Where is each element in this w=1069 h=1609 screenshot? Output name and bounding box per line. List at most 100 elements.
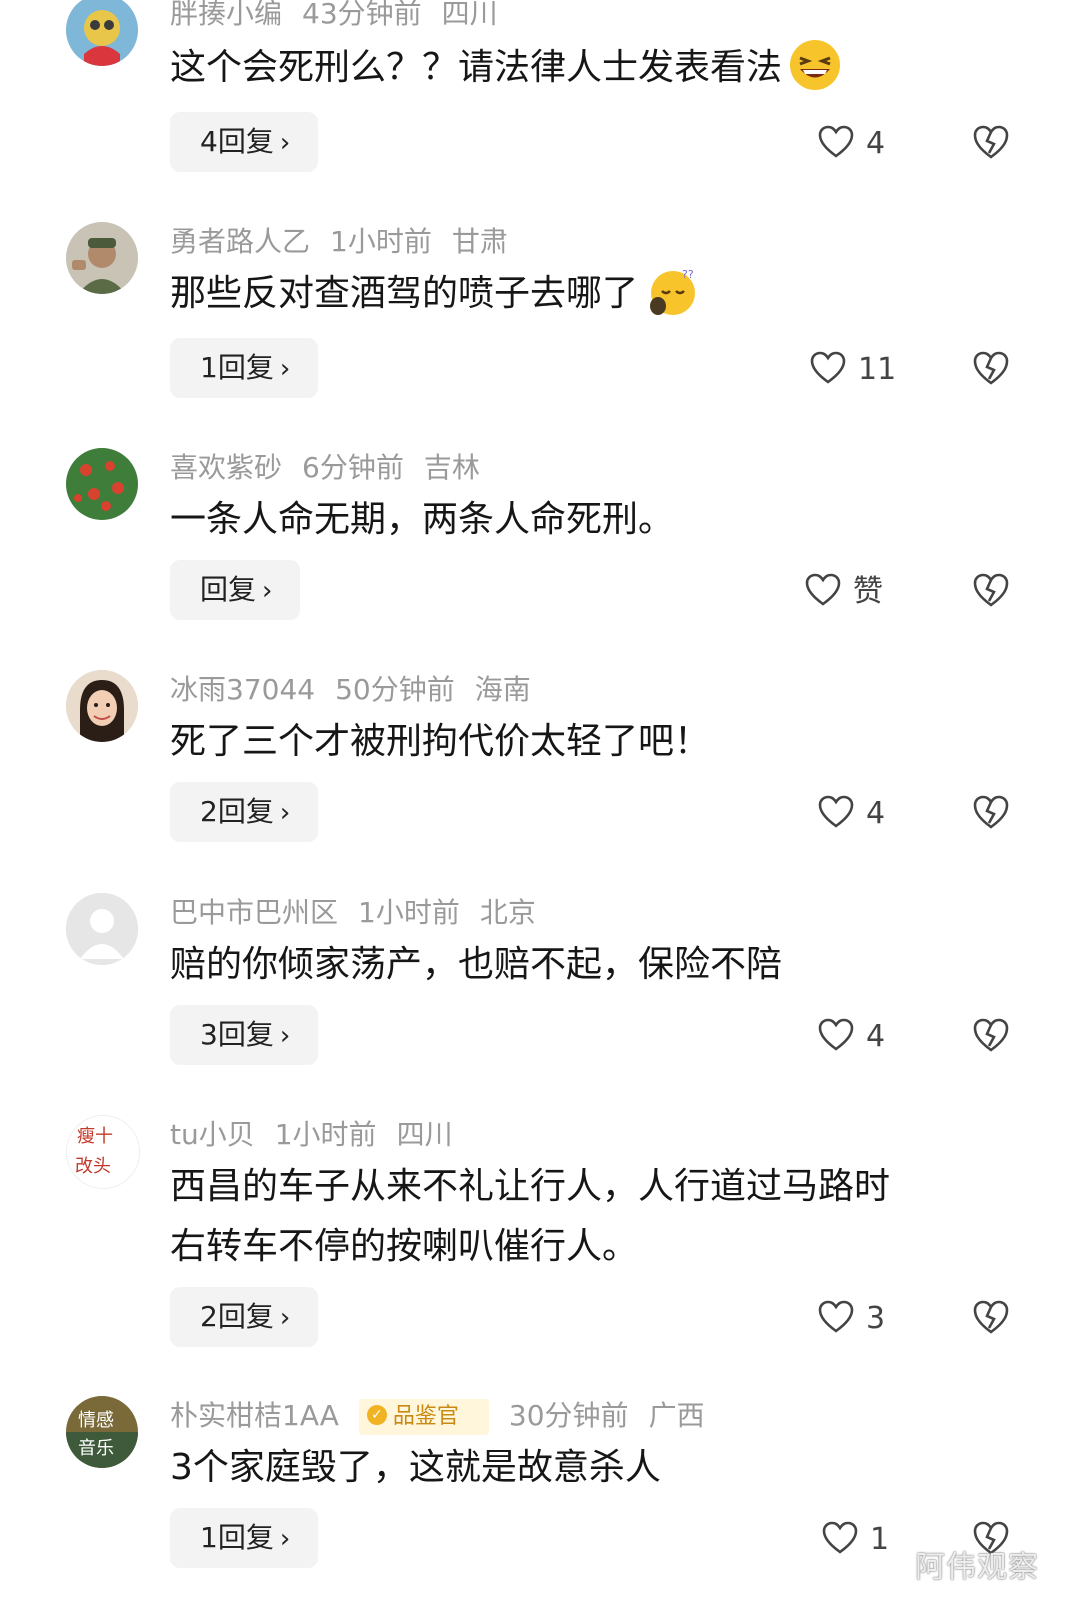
comment-meta: 冰雨37044 50分钟前 海南 <box>170 670 551 710</box>
username[interactable]: 冰雨37044 <box>170 673 315 706</box>
comment-text: 一条人命无期，两条人命死刑。 <box>170 490 1000 550</box>
like-count: 3 <box>866 1300 886 1336</box>
heart-icon <box>818 125 854 158</box>
comment-time: 50分钟前 <box>335 673 455 706</box>
avatar[interactable] <box>66 893 138 965</box>
comment-meta: tu小贝 1小时前 四川 <box>170 1115 473 1155</box>
avatar[interactable] <box>66 670 138 742</box>
like-count: 赞 <box>853 573 883 609</box>
comment-meta: 朴实柑桔1AA ✓ 品鉴官 30分钟前 广西 <box>170 1396 725 1436</box>
comment-text-content: 赔的你倾家荡产，也赔不起，保险不陪 <box>170 944 783 985</box>
check-icon: ✓ <box>366 1405 387 1425</box>
username[interactable]: 巴中市巴州区 <box>170 896 338 929</box>
comment-text-content: 3个家庭毁了，这就是故意杀人 <box>170 1447 661 1488</box>
broken-heart-icon[interactable] <box>972 350 1010 386</box>
comment-text: 那些反对查酒驾的喷子去哪了?? <box>170 264 1000 324</box>
comment-meta: 喜欢紫砂 6分钟前 吉林 <box>170 448 500 488</box>
comment-meta: 胖揍小编 43分钟前 四川 <box>170 0 518 34</box>
comment-location: 甘肃 <box>451 225 508 258</box>
username[interactable]: 喜欢紫砂 <box>170 451 282 484</box>
reply-label: 1回复 <box>200 1521 274 1554</box>
like-count: 1 <box>870 1521 890 1557</box>
like-button[interactable]: 4 <box>818 1011 885 1061</box>
reply-label: 3回复 <box>200 1018 274 1051</box>
chevron-right-icon: › <box>279 1303 291 1333</box>
like-button[interactable]: 1 <box>822 1514 889 1564</box>
comment-time: 30分钟前 <box>508 1399 629 1432</box>
like-button[interactable]: 4 <box>818 788 885 838</box>
avatar-text-line: 瘦十 <box>77 1126 113 1147</box>
username[interactable]: 勇者路人乙 <box>170 225 310 258</box>
certified-badge: ✓ 品鉴官 <box>358 1399 489 1435</box>
comment-location: 吉林 <box>423 451 480 484</box>
comment-location: 四川 <box>396 1118 453 1151</box>
comment-time: 1小时前 <box>330 225 432 258</box>
avatar[interactable] <box>66 222 138 294</box>
comment-text-content: 死了三个才被刑拘代价太轻了吧！ <box>170 721 711 762</box>
comment-time: 1小时前 <box>274 1118 377 1151</box>
comment-time: 6分钟前 <box>302 451 404 484</box>
badge-label: 品鉴官 <box>392 1404 459 1429</box>
broken-heart-icon[interactable] <box>972 124 1010 160</box>
comment-text-content: 这个会死刑么？？请法律人士发表看法 <box>170 47 783 88</box>
reply-label: 2回复 <box>200 795 274 828</box>
avatar-text-line: 音乐 <box>78 1438 114 1459</box>
chevron-right-icon: › <box>279 1524 291 1554</box>
avatar-text-line: 改头 <box>75 1156 111 1177</box>
comment-text: 西昌的车子从来不礼让行人，人行道过马路时 右转车不停的按喇叭催行人。 <box>170 1157 1000 1277</box>
reply-label: 2回复 <box>200 1300 274 1333</box>
sleepy-emoji-icon: ?? <box>650 268 696 315</box>
avatar[interactable]: 瘦十 改头 <box>66 1115 140 1189</box>
reply-button[interactable]: 回复 › <box>170 560 301 620</box>
chevron-right-icon: › <box>279 1021 291 1051</box>
comment-time: 43分钟前 <box>302 0 422 30</box>
comment-meta: 巴中市巴州区 1小时前 北京 <box>170 893 556 933</box>
chevron-right-icon: › <box>279 354 291 384</box>
reply-button[interactable]: 2回复 › <box>170 1287 319 1347</box>
like-count: 11 <box>858 351 897 387</box>
broken-heart-icon[interactable] <box>972 1299 1010 1335</box>
broken-heart-icon[interactable] <box>972 794 1010 830</box>
reply-label: 4回复 <box>200 125 274 158</box>
reply-button[interactable]: 3回复 › <box>170 1005 319 1065</box>
comment-text: 3个家庭毁了，这就是故意杀人 <box>170 1438 1000 1498</box>
svg-text:??: ?? <box>682 268 694 281</box>
broken-heart-icon[interactable] <box>972 1017 1010 1053</box>
reply-button[interactable]: 2回复 › <box>170 782 319 842</box>
like-count: 4 <box>866 125 886 161</box>
broken-heart-icon[interactable] <box>972 572 1010 608</box>
like-count: 4 <box>866 795 886 831</box>
reply-button[interactable]: 1回复 › <box>170 1508 319 1568</box>
comment-meta: 勇者路人乙 1小时前 甘肃 <box>170 222 528 262</box>
comment-location: 北京 <box>479 896 536 929</box>
heart-icon <box>818 1300 854 1333</box>
reply-button[interactable]: 1回复 › <box>170 338 319 398</box>
avatar[interactable]: 情感 音乐 <box>66 1396 138 1468</box>
username[interactable]: 朴实柑桔1AA <box>170 1399 339 1432</box>
comment-text: 死了三个才被刑拘代价太轻了吧！ <box>170 712 1000 772</box>
comment-location: 广西 <box>648 1399 705 1432</box>
avatar[interactable] <box>66 448 138 520</box>
comment-location: 四川 <box>441 0 498 30</box>
laughing-emoji-icon <box>790 40 841 90</box>
comment-text-content: 一条人命无期，两条人命死刑。 <box>170 499 675 540</box>
username[interactable]: 胖揍小编 <box>170 0 282 30</box>
chevron-right-icon: › <box>279 798 291 828</box>
heart-icon <box>805 573 841 606</box>
avatar[interactable] <box>66 0 138 66</box>
chevron-right-icon: › <box>262 576 273 606</box>
like-button[interactable]: 4 <box>818 118 885 168</box>
comment-text-line: 右转车不停的按喇叭催行人。 <box>170 1226 639 1267</box>
username[interactable]: tu小贝 <box>170 1118 255 1151</box>
reply-label: 回复 <box>200 573 257 606</box>
watermark: 阿伟观察 <box>915 1550 1039 1585</box>
like-button[interactable]: 11 <box>810 344 896 394</box>
like-count: 4 <box>866 1018 886 1054</box>
comment-text-line: 西昌的车子从来不礼让行人，人行道过马路时 <box>170 1166 891 1207</box>
reply-label: 1回复 <box>200 351 274 384</box>
like-button[interactable]: 3 <box>818 1293 885 1343</box>
comment-text-content: 那些反对查酒驾的喷子去哪了 <box>170 273 639 314</box>
comment-time: 1小时前 <box>358 896 460 929</box>
like-button[interactable]: 赞 <box>805 566 883 616</box>
reply-button[interactable]: 4回复 › <box>170 112 319 172</box>
